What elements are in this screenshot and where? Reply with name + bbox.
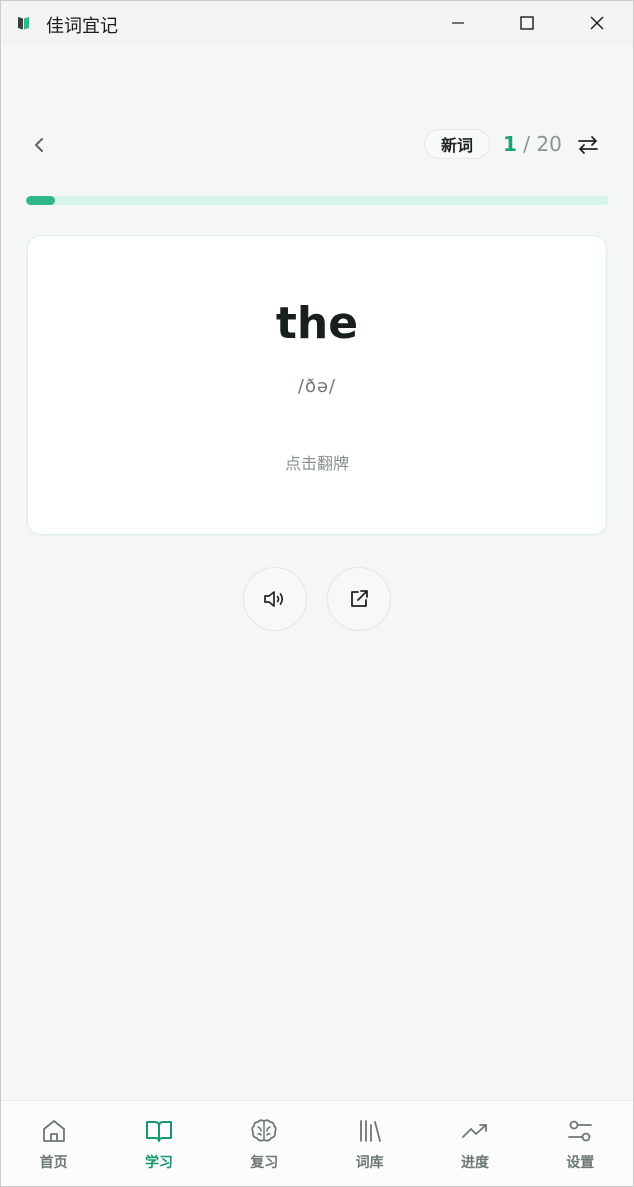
pronounce-button[interactable]: [243, 567, 307, 631]
counter-total: / 20: [523, 132, 562, 156]
nav-item-study[interactable]: 学习: [106, 1101, 211, 1186]
new-word-badge: 新词: [424, 129, 490, 159]
flashcard[interactable]: the /ðə/ 点击翻牌: [27, 235, 607, 535]
progress-fill: [26, 196, 56, 205]
flip-hint: 点击翻牌: [284, 454, 349, 473]
brain-icon: [251, 1119, 277, 1142]
card-word: the: [275, 298, 359, 349]
nav-label-progress: 进度: [460, 1155, 489, 1171]
speaker-icon: [264, 591, 284, 607]
settings-sliders-icon: [568, 1120, 593, 1142]
counter-current: 1: [503, 132, 517, 156]
nav-item-review[interactable]: 复习: [212, 1101, 317, 1186]
home-icon: [42, 1120, 65, 1142]
nav-label-study: 学习: [144, 1155, 173, 1171]
nav-item-progress[interactable]: 进度: [422, 1101, 527, 1186]
app-window: 佳词宜记 新词 1 / 20 the /ðə/ 点击翻牌 首页 学习 复习 词库…: [0, 0, 634, 1187]
book-icon: [145, 1121, 172, 1142]
trending-up-icon: [462, 1124, 487, 1138]
nav-label-settings: 设置: [566, 1155, 595, 1171]
external-link-icon: [351, 590, 368, 607]
maximize-button[interactable]: [492, 1, 562, 45]
nav-item-settings[interactable]: 设置: [528, 1101, 633, 1186]
library-icon: [359, 1120, 381, 1142]
bottom-navigation: 首页 学习 复习 词库 进度 设置: [1, 1100, 633, 1186]
minimize-button[interactable]: [423, 1, 493, 45]
chevron-left-icon: [35, 138, 43, 152]
open-external-button[interactable]: [327, 567, 391, 631]
window-title: 佳词宜记: [46, 16, 118, 37]
minimize-icon: [452, 22, 464, 24]
word-counter: 1 / 20: [503, 132, 562, 156]
swap-arrows-icon: [578, 136, 598, 154]
nav-label-library: 词库: [355, 1155, 384, 1171]
nav-label-home: 首页: [39, 1155, 68, 1171]
app-logo-icon: [18, 17, 29, 30]
close-icon: [590, 16, 604, 30]
nav-label-review: 复习: [250, 1155, 279, 1171]
title-bar: 佳词宜记: [1, 1, 633, 45]
progress-bar: [26, 196, 609, 205]
back-button[interactable]: [25, 131, 53, 159]
maximize-icon: [520, 16, 534, 30]
nav-item-library[interactable]: 词库: [317, 1101, 422, 1186]
close-button[interactable]: [562, 1, 632, 45]
switch-direction-button[interactable]: [573, 131, 603, 159]
card-phonetic: /ðə/: [297, 376, 337, 397]
nav-item-home[interactable]: 首页: [1, 1101, 106, 1186]
